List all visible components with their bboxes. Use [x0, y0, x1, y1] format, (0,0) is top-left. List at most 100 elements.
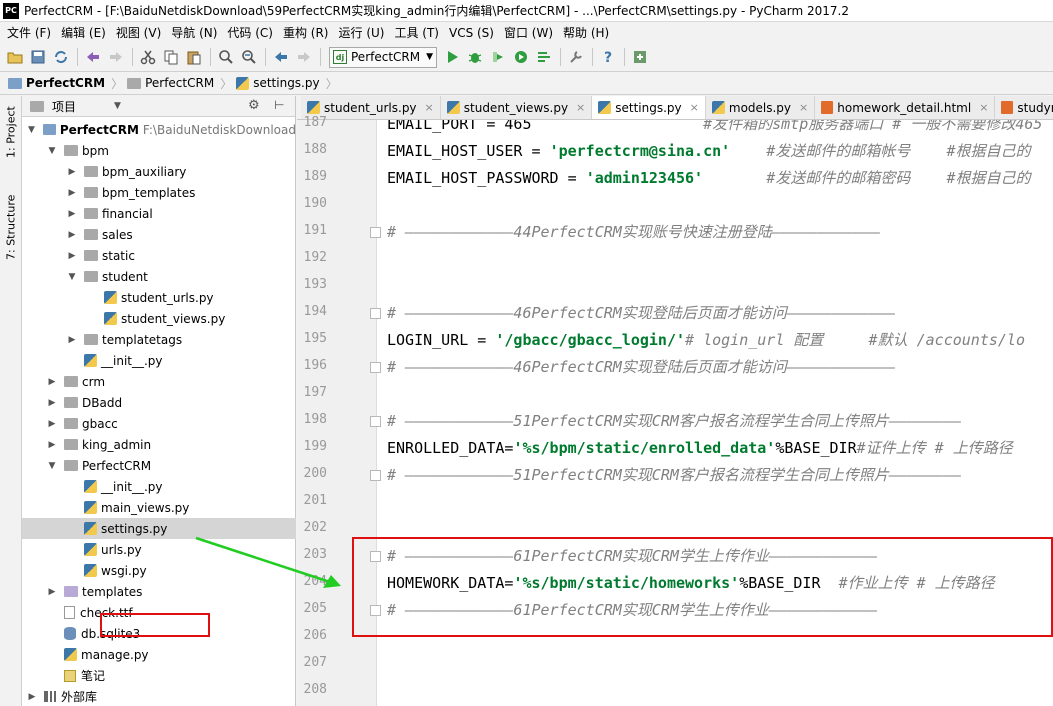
- tree-item[interactable]: check.ttf: [22, 602, 296, 623]
- code-line[interactable]: HOMEWORK_DATA='%s/bpm/static/homeworks'%…: [387, 572, 995, 593]
- sync-icon[interactable]: [50, 46, 72, 68]
- code-line[interactable]: EMAIL_HOST_PASSWORD = 'admin123456' #发送邮…: [387, 167, 1031, 188]
- chevron-down-icon[interactable]: ▼: [114, 101, 121, 111]
- paste-icon[interactable]: [183, 46, 205, 68]
- code-area[interactable]: EMAIL_PORT = 465 #发件箱的smtp服务器端口 # 一般不需要修…: [379, 120, 1053, 706]
- tree-item[interactable]: ▶ king_admin: [22, 434, 296, 455]
- tree-item[interactable]: student_views.py: [22, 308, 296, 329]
- structure-tool-tab[interactable]: 7: Structure: [2, 188, 20, 266]
- chevron-right-icon[interactable]: ▶: [66, 251, 78, 261]
- settings-wrench-icon[interactable]: [565, 46, 587, 68]
- chevron-down-icon[interactable]: ▼: [46, 146, 58, 156]
- copy-icon[interactable]: [160, 46, 182, 68]
- code-line[interactable]: # ————————————61PerfectCRM实现CRM学生上传作业———…: [387, 545, 877, 566]
- tree-item[interactable]: __init__.py: [22, 476, 296, 497]
- chevron-right-icon[interactable]: ▶: [46, 419, 58, 429]
- tree-item[interactable]: settings.py: [22, 518, 296, 539]
- menu-item[interactable]: 编辑 (E): [56, 24, 111, 41]
- tree-item[interactable]: ▶ financial: [22, 203, 296, 224]
- menu-item[interactable]: VCS (S): [444, 26, 499, 40]
- tree-item[interactable]: manage.py: [22, 644, 296, 665]
- tree-item[interactable]: ▶ crm: [22, 371, 296, 392]
- tree-item[interactable]: wsgi.py: [22, 560, 296, 581]
- code-line[interactable]: LOGIN_URL = '/gbacc/gbacc_login/'# login…: [387, 329, 1025, 350]
- editor-tab[interactable]: student_views.py ×: [440, 96, 593, 119]
- close-tab-icon[interactable]: ×: [576, 101, 585, 114]
- code-line[interactable]: # ————————————51PerfectCRM实现CRM客户报名流程学生合…: [387, 410, 961, 431]
- chevron-right-icon[interactable]: ▶: [46, 440, 58, 450]
- chevron-down-icon[interactable]: ▼: [26, 125, 37, 135]
- chevron-right-icon[interactable]: ▶: [46, 377, 58, 387]
- close-tab-icon[interactable]: ×: [799, 101, 808, 114]
- close-tab-icon[interactable]: ×: [979, 101, 988, 114]
- gear-icon[interactable]: ⚙: [248, 98, 260, 113]
- project-tool-tab[interactable]: 1: Project: [2, 100, 20, 164]
- code-line[interactable]: # ————————————46PerfectCRM实现登陆后页面才能访问———…: [387, 356, 895, 377]
- tree-item[interactable]: ▶ DBadd: [22, 392, 296, 413]
- tree-item[interactable]: ▼ student: [22, 266, 296, 287]
- debug-icon[interactable]: [464, 46, 486, 68]
- vcs-update-icon[interactable]: [629, 46, 651, 68]
- profile-icon[interactable]: [510, 46, 532, 68]
- undo-icon[interactable]: [82, 46, 104, 68]
- code-line[interactable]: # ————————————51PerfectCRM实现CRM客户报名流程学生合…: [387, 464, 961, 485]
- tree-item[interactable]: urls.py: [22, 539, 296, 560]
- editor-tab[interactable]: homework_detail.html ×: [815, 96, 996, 119]
- menu-item[interactable]: 代码 (C): [222, 24, 278, 41]
- menu-item[interactable]: 导航 (N): [166, 24, 222, 41]
- tree-item[interactable]: ▶ templatetags: [22, 329, 296, 350]
- menu-item[interactable]: 文件 (F): [2, 24, 56, 41]
- editor-tab[interactable]: models.py ×: [705, 96, 816, 119]
- tree-item[interactable]: main_views.py: [22, 497, 296, 518]
- chevron-down-icon[interactable]: ▼: [66, 272, 78, 282]
- menu-item[interactable]: 工具 (T): [389, 24, 444, 41]
- close-tab-icon[interactable]: ×: [425, 101, 434, 114]
- chevron-right-icon[interactable]: ▶: [46, 398, 58, 408]
- tree-item[interactable]: ▶ 外部库: [22, 686, 296, 706]
- menu-item[interactable]: 视图 (V): [111, 24, 166, 41]
- hide-panel-icon[interactable]: ⊢: [274, 98, 284, 112]
- tree-item[interactable]: ▶ gbacc: [22, 413, 296, 434]
- tree-item[interactable]: ▼ PerfectCRM: [22, 455, 296, 476]
- coverage-icon[interactable]: [487, 46, 509, 68]
- code-line[interactable]: EMAIL_HOST_USER = 'perfectcrm@sina.cn' #…: [387, 140, 1031, 161]
- code-line[interactable]: ENROLLED_DATA='%s/bpm/static/enrolled_da…: [387, 437, 1013, 458]
- chevron-right-icon[interactable]: ▶: [26, 692, 38, 702]
- chevron-right-icon[interactable]: ▶: [66, 230, 78, 240]
- cut-icon[interactable]: [137, 46, 159, 68]
- code-line[interactable]: # ————————————46PerfectCRM实现登陆后页面才能访问———…: [387, 302, 895, 323]
- code-line[interactable]: EMAIL_PORT = 465 #发件箱的smtp服务器端口 # 一般不需要修…: [387, 120, 1042, 134]
- tree-item[interactable]: ▶ bpm_auxiliary: [22, 161, 296, 182]
- chevron-right-icon[interactable]: ▶: [66, 188, 78, 198]
- tree-item[interactable]: __init__.py: [22, 350, 296, 371]
- breadcrumb-project[interactable]: PerfectCRM 〉: [8, 75, 123, 92]
- code-line[interactable]: # ————————————44PerfectCRM实现账号快速注册登陆————…: [387, 221, 880, 242]
- editor-tab[interactable]: settings.py ×: [592, 96, 706, 119]
- tree-item[interactable]: ▼ PerfectCRM F:\BaiduNetdiskDownload: [22, 119, 296, 140]
- tree-item[interactable]: ▶ static: [22, 245, 296, 266]
- code-line[interactable]: # ————————————61PerfectCRM实现CRM学生上传作业———…: [387, 599, 877, 620]
- breadcrumb-file[interactable]: settings.py 〉: [236, 75, 338, 92]
- redo-icon[interactable]: [105, 46, 127, 68]
- project-panel-title[interactable]: 项目: [52, 98, 76, 115]
- tree-item[interactable]: ▶ sales: [22, 224, 296, 245]
- menu-item[interactable]: 帮助 (H): [558, 24, 614, 41]
- menu-item[interactable]: 运行 (U): [334, 24, 390, 41]
- tree-item[interactable]: ▶ templates: [22, 581, 296, 602]
- save-icon[interactable]: [27, 46, 49, 68]
- menu-item[interactable]: 窗口 (W): [499, 24, 558, 41]
- run-configuration-dropdown[interactable]: dj PerfectCRM ▼: [329, 46, 438, 68]
- back-arrow-icon[interactable]: [270, 46, 292, 68]
- concurrency-icon[interactable]: [533, 46, 555, 68]
- chevron-right-icon[interactable]: ▶: [46, 587, 58, 597]
- tree-item[interactable]: ▼ bpm: [22, 140, 296, 161]
- open-folder-icon[interactable]: [4, 46, 26, 68]
- help-icon[interactable]: ?: [597, 46, 619, 68]
- close-tab-icon[interactable]: ×: [690, 101, 699, 114]
- run-icon[interactable]: [441, 46, 463, 68]
- tree-item[interactable]: student_urls.py: [22, 287, 296, 308]
- breadcrumb-folder[interactable]: PerfectCRM 〉: [127, 75, 232, 92]
- replace-icon[interactable]: [238, 46, 260, 68]
- forward-arrow-icon[interactable]: [293, 46, 315, 68]
- tree-item[interactable]: ▶ bpm_templates: [22, 182, 296, 203]
